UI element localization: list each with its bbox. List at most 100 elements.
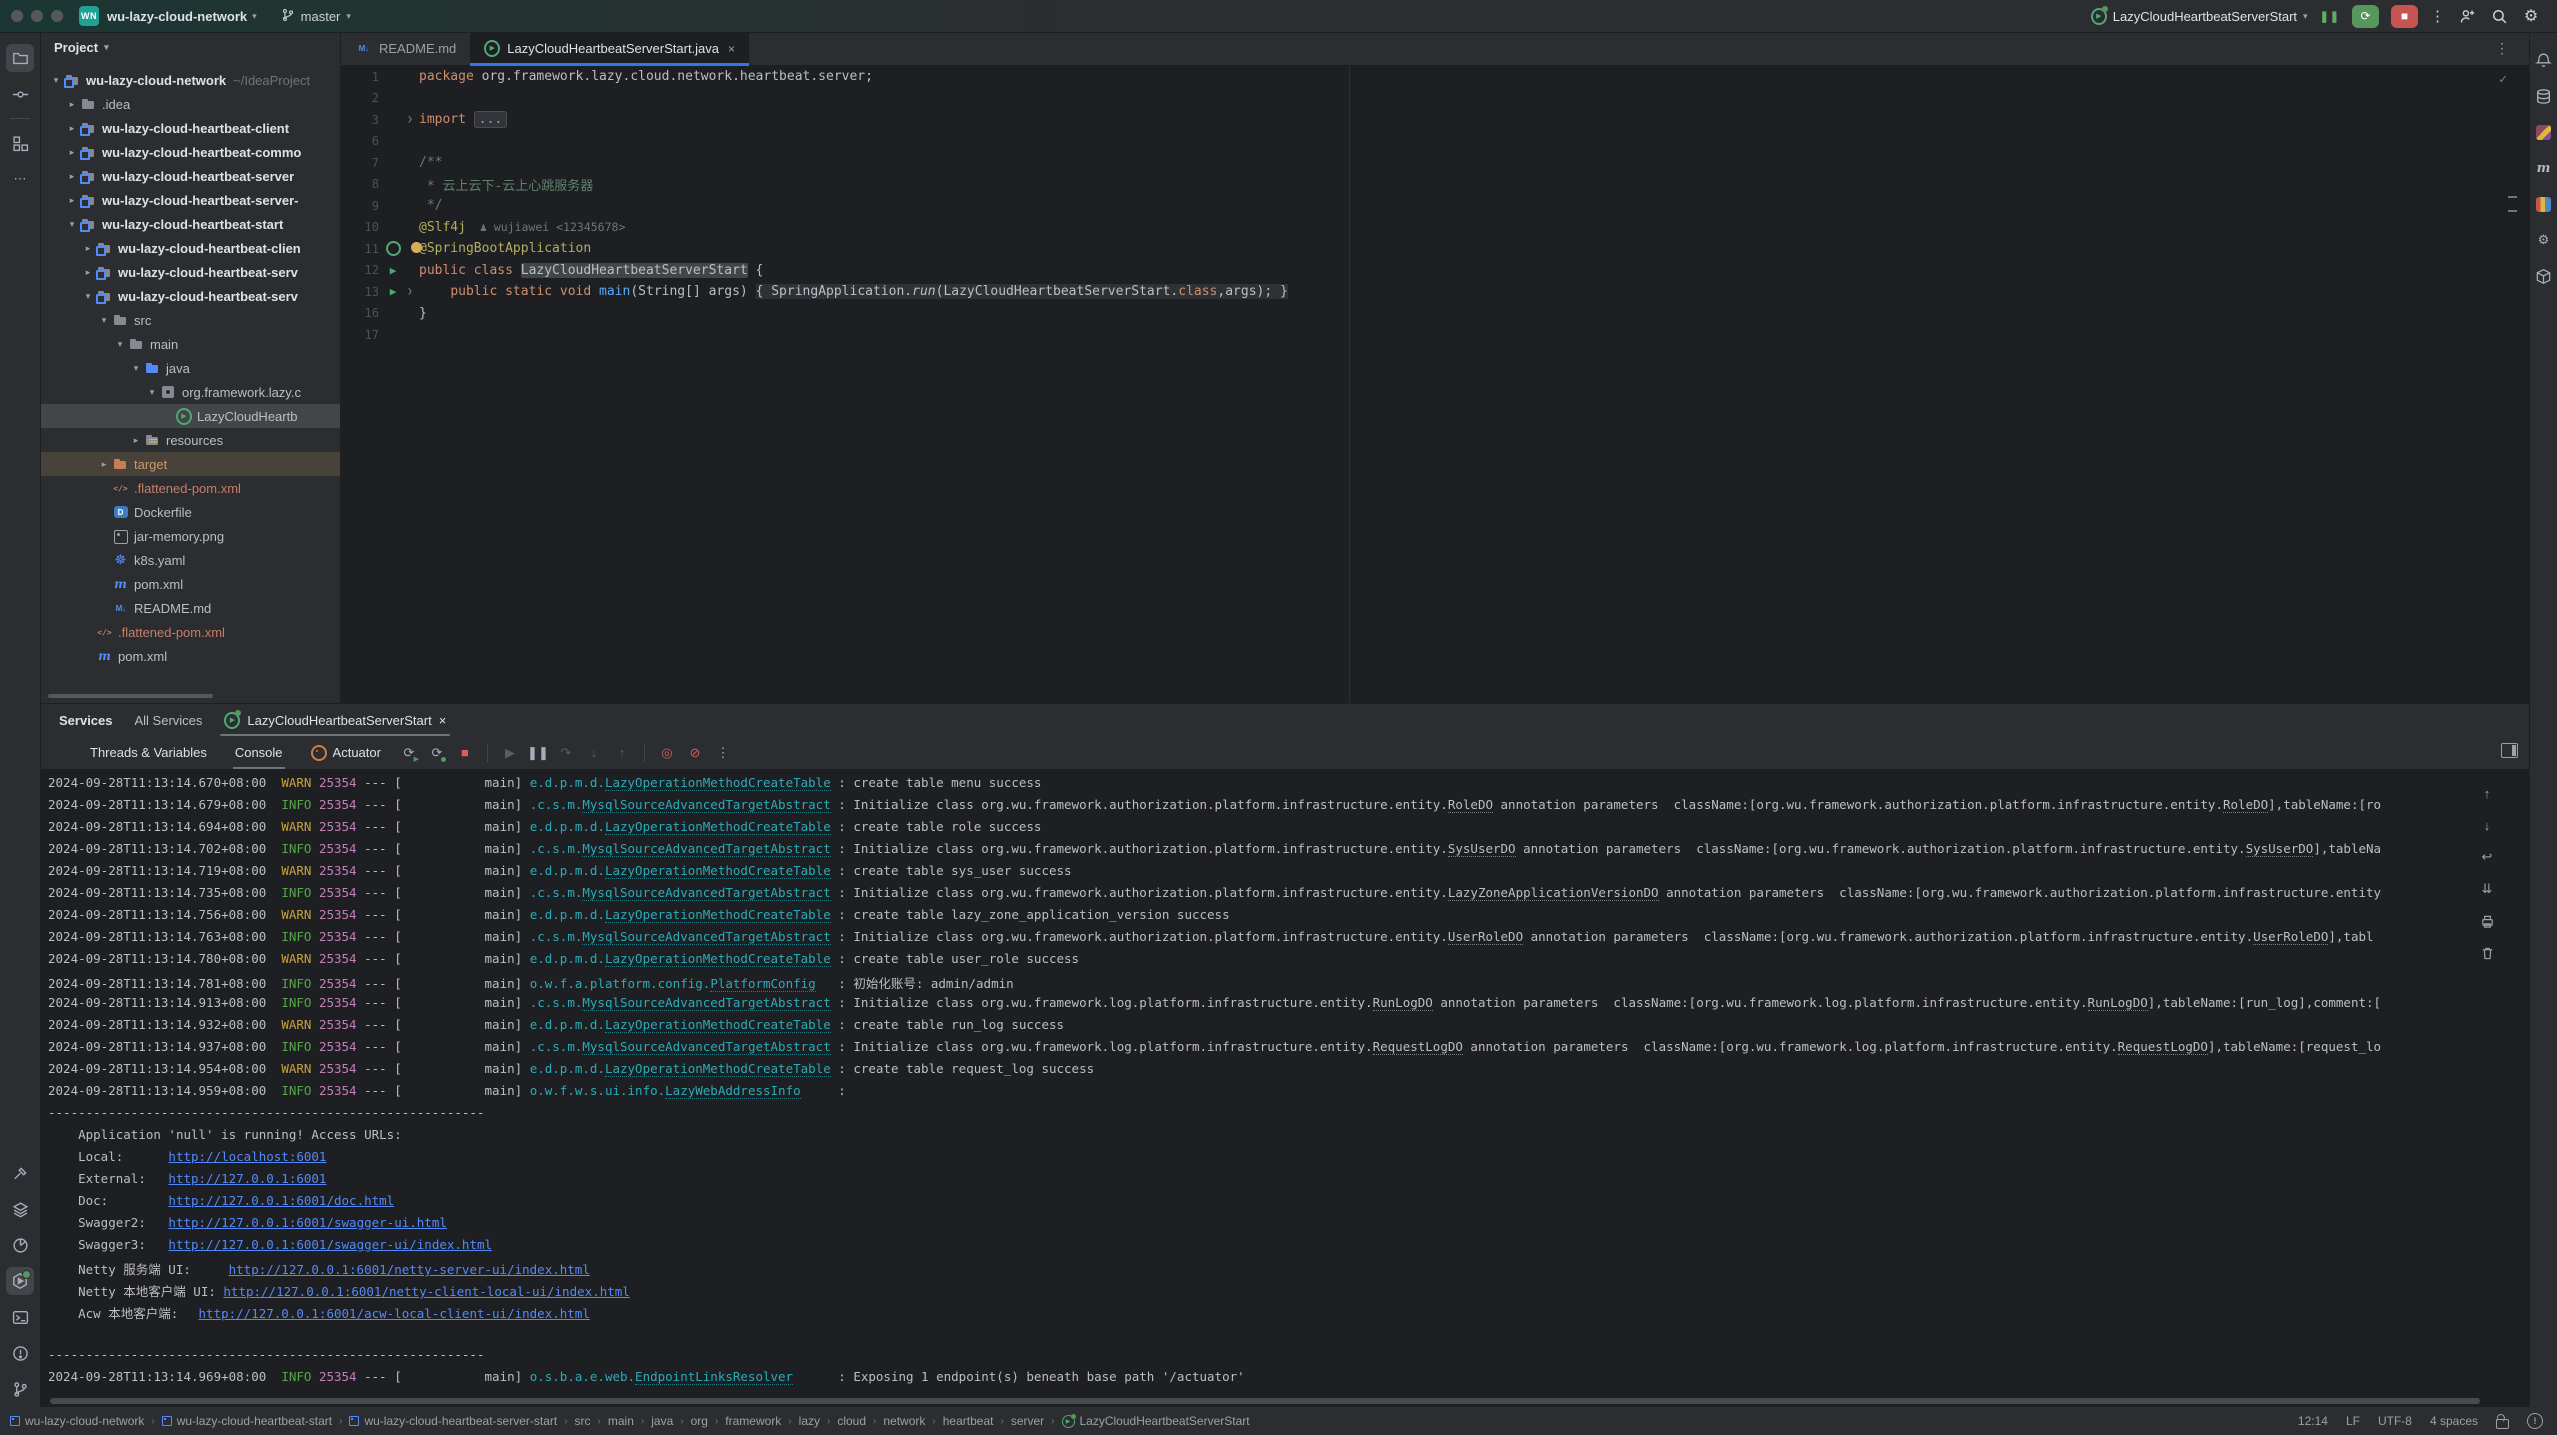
tab-actuator[interactable]: Actuator	[299, 736, 393, 769]
tool-more-icon[interactable]: ⋯	[6, 165, 34, 193]
clear-console-icon[interactable]	[2478, 944, 2496, 962]
tree-item[interactable]: ▾main	[40, 332, 340, 356]
tree-item[interactable]: DDockerfile	[40, 500, 340, 524]
scroll-to-end-icon[interactable]: ⇊	[2478, 880, 2496, 898]
console-link[interactable]: http://localhost:6001	[168, 1149, 326, 1164]
rerun-button[interactable]: ⟳	[2352, 5, 2379, 28]
tree-chevron-icon[interactable]: ▸	[64, 123, 80, 134]
tree-chevron-icon[interactable]: ▸	[80, 243, 96, 254]
breadcrumb-item[interactable]: cloud	[837, 1414, 866, 1428]
close-icon[interactable]: ×	[439, 713, 447, 728]
tool-build-icon[interactable]	[6, 1159, 34, 1187]
branch-selector[interactable]: master ▾	[281, 8, 351, 25]
console-link[interactable]: http://127.0.0.1:6001/swagger-ui.html	[168, 1215, 446, 1230]
tool-structure-icon[interactable]	[6, 129, 34, 157]
tree-chevron-icon[interactable]: ▾	[112, 339, 128, 350]
tree-item[interactable]: ▾wu-lazy-cloud-heartbeat-serv	[40, 284, 340, 308]
more-options-button[interactable]: ⋮	[711, 741, 735, 765]
tree-item[interactable]: ▸target	[40, 452, 340, 476]
window-controls[interactable]	[11, 10, 63, 22]
tree-item[interactable]: ▸wu-lazy-cloud-heartbeat-server-	[40, 188, 340, 212]
tree-item[interactable]: ▾wu-lazy-cloud-heartbeat-start	[40, 212, 340, 236]
more-actions-button[interactable]: ⋮	[2430, 7, 2445, 25]
tree-item[interactable]: ☸k8s.yaml	[40, 548, 340, 572]
tree-chevron-icon[interactable]: ▾	[128, 363, 144, 374]
breadcrumb-item[interactable]: wu-lazy-cloud-network	[10, 1414, 144, 1428]
tree-item[interactable]: M↓README.md	[40, 596, 340, 620]
fold-region-icon[interactable]: ❯	[403, 287, 417, 297]
tree-chevron-icon[interactable]: ▾	[64, 219, 80, 230]
breadcrumb-item[interactable]: network	[883, 1414, 925, 1428]
code-editor[interactable]: ✓ 1package org.framework.lazy.cloud.netw…	[341, 66, 2529, 703]
console-link[interactable]: http://127.0.0.1:6001/acw-local-client-u…	[199, 1306, 590, 1321]
breadcrumb-item[interactable]: wu-lazy-cloud-heartbeat-start	[162, 1414, 332, 1428]
dependencies-icon[interactable]	[2534, 266, 2554, 286]
resume-button[interactable]: ▶	[498, 741, 522, 765]
tree-item[interactable]: ▾src	[40, 308, 340, 332]
tree-chevron-icon[interactable]: ▸	[64, 99, 80, 110]
tree-item[interactable]: jar-memory.png	[40, 524, 340, 548]
breadcrumb-item[interactable]: src	[575, 1414, 591, 1428]
mute-breakpoints-button[interactable]: ⊘	[683, 741, 707, 765]
tree-item[interactable]: ▸wu-lazy-cloud-heartbeat-client	[40, 116, 340, 140]
step-over-button[interactable]: ↷	[554, 741, 578, 765]
indent-style[interactable]: 4 spaces	[2430, 1414, 2478, 1428]
tool-problems-icon[interactable]	[6, 1339, 34, 1367]
console-link[interactable]: http://127.0.0.1:6001/doc.html	[168, 1193, 394, 1208]
tree-item[interactable]: ▸.idea	[40, 92, 340, 116]
stop-button[interactable]: ■	[453, 741, 477, 765]
tool-project-icon[interactable]	[6, 44, 34, 72]
search-icon[interactable]	[2489, 6, 2509, 26]
tree-item[interactable]: ▸resources	[40, 428, 340, 452]
tree-item[interactable]: mpom.xml	[40, 644, 340, 668]
breadcrumb-item[interactable]: java	[651, 1414, 673, 1428]
console-horizontal-scrollbar[interactable]	[50, 1398, 2480, 1404]
print-icon[interactable]	[2478, 912, 2496, 930]
run-gutter-icon[interactable]: ▶	[383, 264, 403, 277]
tree-chevron-icon[interactable]: ▾	[80, 291, 96, 302]
scroll-down-icon[interactable]: ↓	[2478, 816, 2496, 834]
tool-services-icon[interactable]	[6, 1267, 34, 1295]
project-panel-title[interactable]: Project	[54, 40, 98, 55]
breadcrumb-item[interactable]: ▶LazyCloudHeartbeatServerStart	[1062, 1414, 1250, 1428]
file-encoding[interactable]: UTF-8	[2378, 1414, 2412, 1428]
line-separator[interactable]: LF	[2346, 1414, 2360, 1428]
editor-tab[interactable]: M↓README.md	[341, 32, 470, 65]
tab-all-services[interactable]: All Services	[125, 704, 213, 736]
tab-threads-variables[interactable]: Threads & Variables	[78, 736, 219, 769]
tree-chevron-icon[interactable]: ▾	[144, 387, 160, 398]
tree-chevron-icon[interactable]: ▾	[96, 315, 112, 326]
tool-services-layers-icon[interactable]	[6, 1195, 34, 1223]
tree-item[interactable]: </>.flattened-pom.xml	[40, 620, 340, 644]
close-icon[interactable]: ×	[728, 42, 735, 56]
tool-git-icon[interactable]	[6, 1375, 34, 1403]
settings-gear-icon[interactable]: ⚙	[2521, 6, 2541, 26]
tree-chevron-icon[interactable]: ▸	[64, 171, 80, 182]
step-into-button[interactable]: ↓	[582, 741, 606, 765]
breadcrumb-item[interactable]: lazy	[799, 1414, 820, 1428]
tool-terminal-icon[interactable]	[6, 1303, 34, 1331]
breadcrumb-item[interactable]: main	[608, 1414, 634, 1428]
run-config-selector[interactable]: ▶ LazyCloudHeartbeatServerStart ▾	[2091, 8, 2308, 24]
tree-item[interactable]: mpom.xml	[40, 572, 340, 596]
unlock-icon[interactable]	[2496, 1419, 2509, 1429]
tab-console[interactable]: Console	[223, 736, 295, 769]
rerun-debug-button[interactable]: ⟳	[425, 741, 449, 765]
tree-chevron-icon[interactable]: ▸	[64, 147, 80, 158]
plugin-colorful-icon[interactable]	[2534, 122, 2554, 142]
notifications-icon[interactable]	[2534, 50, 2554, 70]
breadcrumb-item[interactable]: framework	[725, 1414, 781, 1428]
run-gutter-icon[interactable]: ▶	[383, 285, 403, 298]
tree-item[interactable]: ▾org.framework.lazy.c	[40, 380, 340, 404]
intention-bulb-icon[interactable]	[411, 242, 422, 253]
project-selector[interactable]: wu-lazy-cloud-network	[107, 9, 247, 24]
console-link[interactable]: http://127.0.0.1:6001/netty-server-ui/in…	[229, 1262, 590, 1277]
tab-run-configuration[interactable]: ▶ LazyCloudHeartbeatServerStart ×	[214, 704, 456, 736]
step-out-button[interactable]: ↑	[610, 741, 634, 765]
tool-profiler-icon[interactable]	[6, 1231, 34, 1259]
caret-position[interactable]: 12:14	[2298, 1414, 2328, 1428]
run-console[interactable]: 2024-09-28T11:13:14.670+08:00 WARN 25354…	[40, 769, 2530, 1407]
fold-region-icon[interactable]: ❯	[403, 115, 417, 125]
pause-button[interactable]: ❚❚	[526, 741, 550, 765]
tree-item[interactable]: ▶LazyCloudHeartb	[40, 404, 340, 428]
